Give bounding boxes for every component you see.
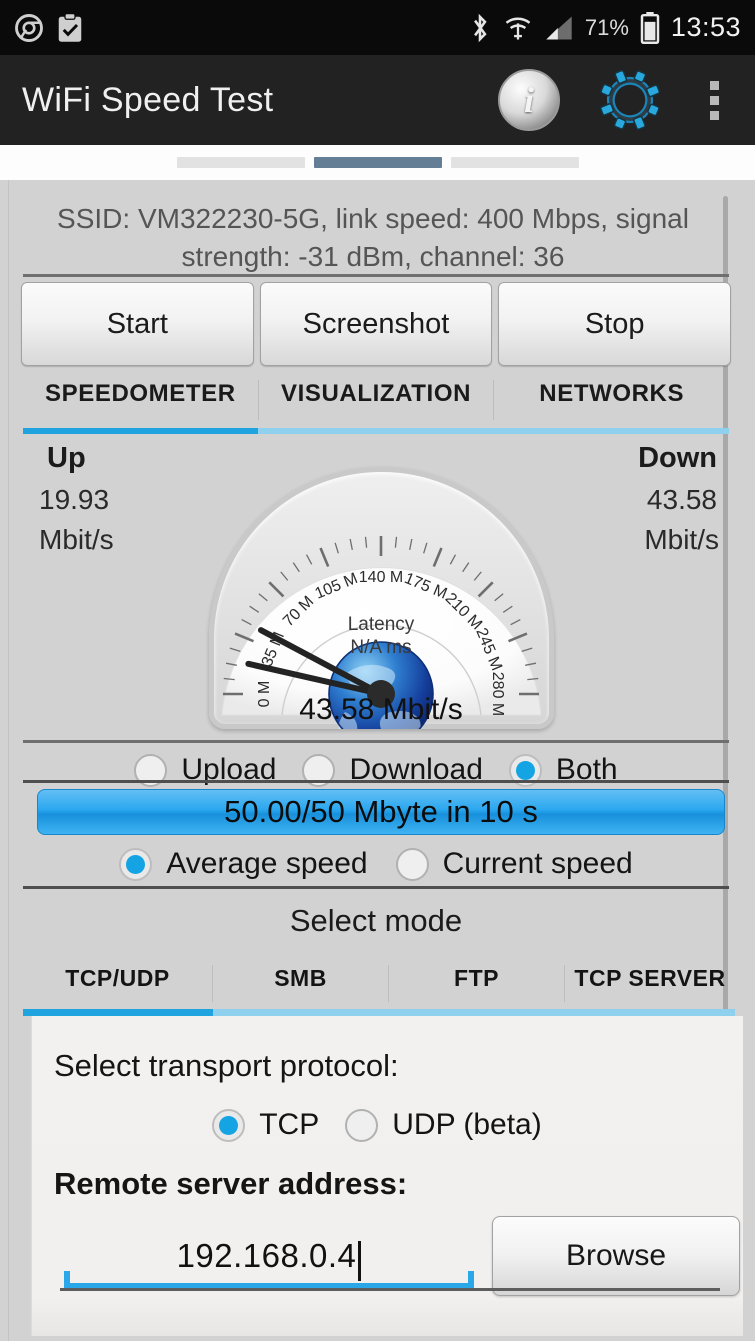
screenshot-button[interactable]: Screenshot [260, 282, 493, 366]
radio-tcp-label: TCP [259, 1108, 319, 1142]
page-dot-1[interactable] [177, 157, 305, 168]
tab-indicator-speedometer [23, 428, 258, 434]
cellular-signal-icon [544, 14, 574, 42]
page-dot-3[interactable] [451, 157, 579, 168]
overflow-menu-icon[interactable] [700, 77, 729, 124]
select-mode-heading: Select mode [23, 903, 729, 939]
server-address-input[interactable]: 192.168.0.4 [64, 1223, 474, 1289]
address-heading: Remote server address: [54, 1166, 407, 1202]
latency-label: Latency [348, 614, 415, 635]
scroll-panel: SSID: VM322230-5G, link speed: 400 Mbps,… [8, 180, 755, 1341]
battery-icon [640, 12, 660, 44]
settings-gear-icon[interactable] [596, 66, 664, 134]
radio-current-speed-label: Current speed [443, 847, 633, 881]
upload-unit: Mbit/s [23, 520, 163, 560]
clipboard-task-icon [56, 13, 84, 43]
speed-mode-radio-group: Average speed Current speed [23, 842, 729, 886]
browse-button[interactable]: Browse [492, 1216, 740, 1296]
gauge-tick-label: 280 M [489, 672, 506, 716]
tab-speedometer[interactable]: SPEEDOMETER [23, 380, 259, 420]
mode-indicator-ftp [389, 1009, 565, 1016]
speedometer-gauge: Latency N/A ms 0 M35 M70 M105 M140 M175 … [209, 467, 554, 729]
clock-label: 13:53 [671, 12, 741, 43]
upload-value: 19.93 [23, 480, 143, 520]
status-bar: 71% 13:53 [0, 0, 755, 55]
page-indicator [0, 145, 755, 180]
mode-tab-ftp[interactable]: FTP [389, 965, 565, 1002]
upload-title: Up [47, 442, 86, 475]
mode-tab-tcp-server[interactable]: TCP SERVER [565, 965, 735, 1002]
divider-top [23, 274, 729, 277]
latency-value: N/A ms [350, 637, 411, 658]
tab-indicator-networks [494, 428, 729, 434]
divider-select-mode [23, 886, 729, 889]
text-caret [358, 1241, 361, 1281]
app-bar: WiFi Speed Test i [0, 55, 755, 145]
transfer-progress-bar: 50.00/50 Mbyte in 10 s [37, 789, 725, 835]
page-dot-2[interactable] [314, 157, 442, 168]
gauge-tick-label: 140 M [359, 569, 403, 586]
main-tab-bar: SPEEDOMETER VISUALIZATION NETWORKS [23, 380, 729, 420]
app-bar-actions: i [498, 66, 733, 134]
protocol-heading: Select transport protocol: [54, 1048, 399, 1084]
protocol-radio-group: TCP UDP (beta) [32, 1108, 722, 1142]
address-row: 192.168.0.4 Browse [32, 1216, 744, 1296]
status-bar-left-icons [14, 13, 84, 43]
tab-networks[interactable]: NETWORKS [494, 380, 729, 420]
tab-indicator-visualization [258, 428, 493, 434]
radio-current-speed[interactable] [396, 848, 429, 881]
mode-tab-indicator [23, 1009, 735, 1016]
gauge-reading: 43.58 Mbit/s [299, 693, 462, 726]
content-area: SSID: VM322230-5G, link speed: 400 Mbps,… [0, 180, 755, 1341]
battery-percent-label: 71% [585, 15, 629, 41]
mode-indicator-smb [213, 1009, 389, 1016]
app-title: WiFi Speed Test [22, 81, 273, 120]
radio-udp[interactable] [345, 1109, 378, 1142]
mode-indicator-tcp-server [565, 1009, 735, 1016]
server-address-value: 192.168.0.4 [177, 1237, 357, 1275]
tab-visualization[interactable]: VISUALIZATION [259, 380, 495, 420]
bluetooth-icon [468, 12, 492, 44]
mode-tab-tcp-udp[interactable]: TCP/UDP [23, 965, 213, 1002]
radio-average-speed[interactable] [119, 848, 152, 881]
chrome-icon [14, 13, 44, 43]
app-root: 71% 13:53 WiFi Speed Test i [0, 0, 755, 1341]
network-info: SSID: VM322230-5G, link speed: 400 Mbps,… [23, 200, 723, 276]
status-bar-right-icons: 71% 13:53 [468, 12, 741, 44]
gauge-tick-label: 0 M [256, 681, 273, 708]
download-title: Down [537, 442, 717, 475]
direction-radio-group: Upload Download Both [23, 748, 729, 792]
mode-indicator-tcp-udp [23, 1009, 213, 1016]
radio-average-speed-label: Average speed [166, 847, 367, 881]
card-bottom-divider [60, 1288, 720, 1291]
download-value: 43.58 [537, 480, 717, 520]
radio-tcp[interactable] [212, 1109, 245, 1142]
mode-tab-bar: TCP/UDP SMB FTP TCP SERVER [23, 965, 735, 1002]
wifi-icon [503, 12, 533, 44]
network-info-line-2: strength: -31 dBm, channel: 36 [23, 238, 723, 276]
divider-progress-top [23, 780, 729, 783]
main-tab-indicator [23, 428, 729, 434]
start-button[interactable]: Start [21, 282, 254, 366]
action-button-row: Start Screenshot Stop [21, 282, 731, 366]
mode-tab-smb[interactable]: SMB [213, 965, 389, 1002]
info-icon[interactable]: i [498, 69, 560, 131]
tcp-udp-panel: Select transport protocol: TCP UDP (beta… [31, 1016, 743, 1336]
stop-button[interactable]: Stop [498, 282, 731, 366]
divider-gauge [23, 740, 729, 743]
network-info-line-1: SSID: VM322230-5G, link speed: 400 Mbps,… [23, 200, 723, 238]
download-unit: Mbit/s [537, 520, 719, 560]
radio-udp-label: UDP (beta) [392, 1108, 542, 1142]
gauge-face: Latency N/A ms 0 M35 M70 M105 M140 M175 … [209, 467, 554, 729]
